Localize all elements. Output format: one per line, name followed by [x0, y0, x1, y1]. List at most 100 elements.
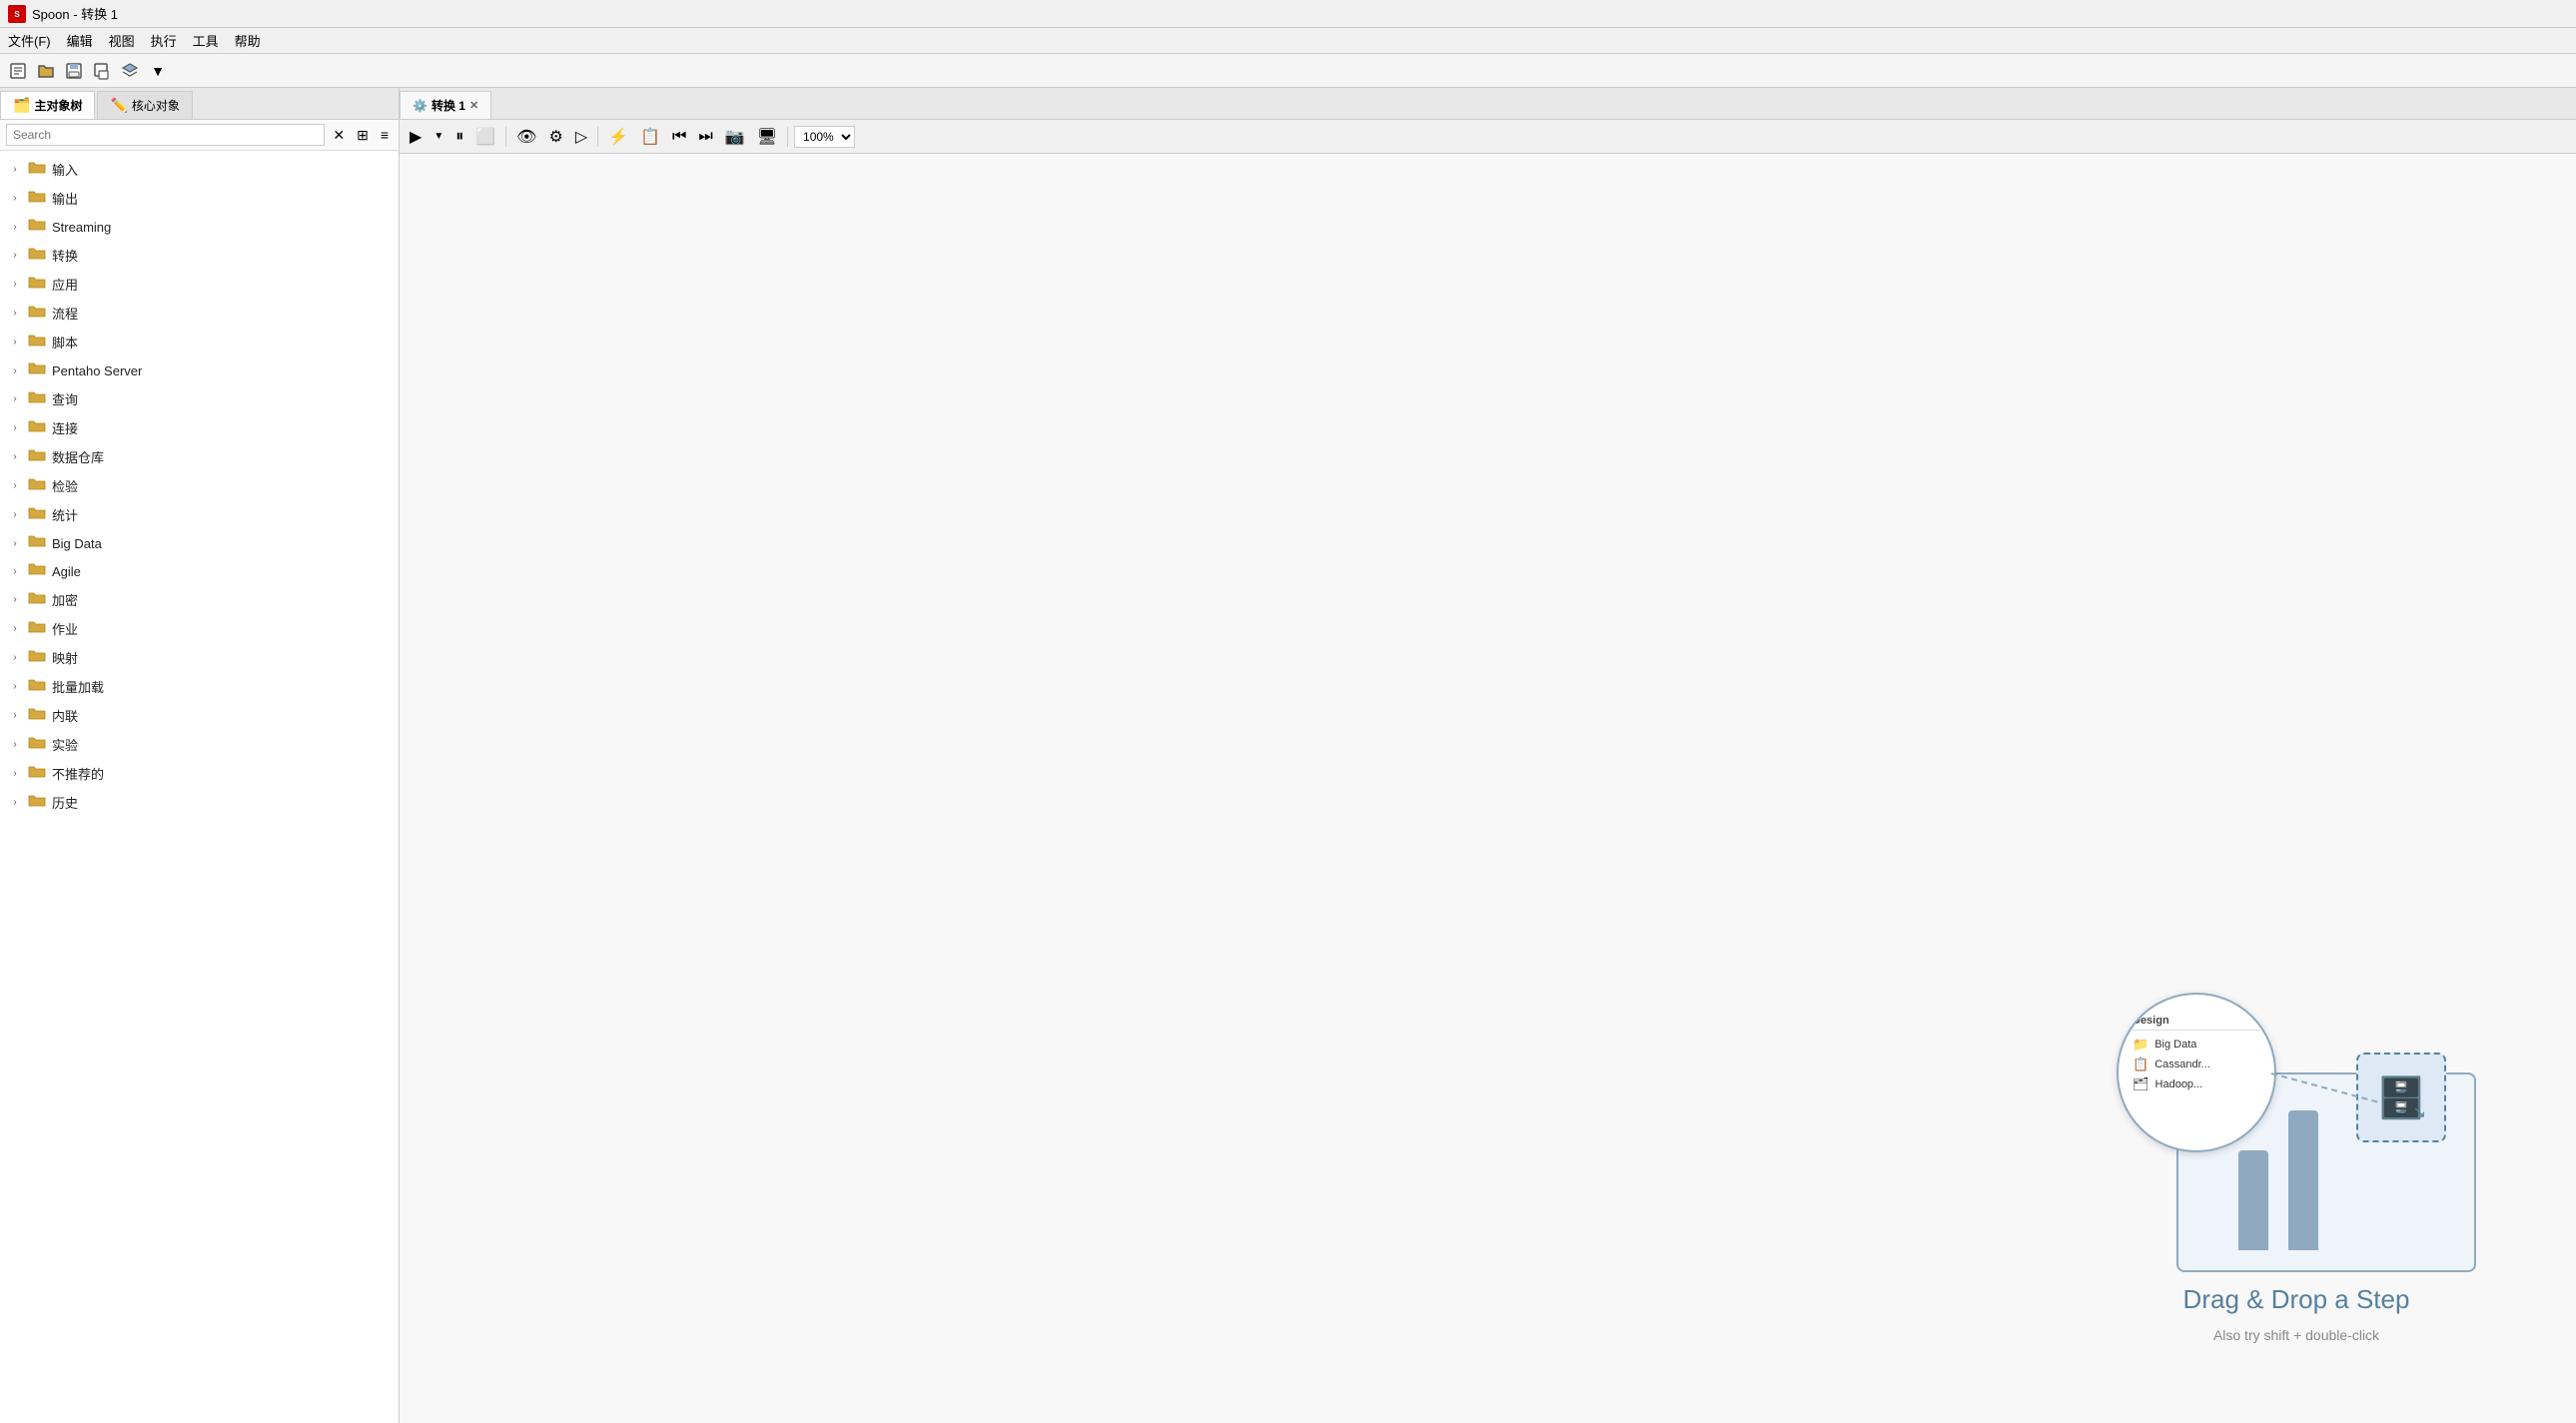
transformation-tab-close[interactable]: ✕ — [469, 99, 478, 112]
run-dropdown-btn[interactable]: ▼ — [429, 129, 447, 144]
tree-item[interactable]: › 作业 — [0, 614, 399, 643]
tree-item[interactable]: › 应用 — [0, 270, 399, 299]
save-as-btn[interactable] — [90, 59, 114, 83]
tree-arrow-icon: › — [8, 222, 22, 233]
tree-item[interactable]: › 不推荐的 — [0, 759, 399, 788]
tree-item[interactable]: › Big Data — [0, 529, 399, 557]
tree-item[interactable]: › 输出 — [0, 184, 399, 213]
tab-main-object-tree[interactable]: 🗂️ 主对象树 — [0, 91, 95, 119]
tree-item[interactable]: › 实验 — [0, 730, 399, 759]
tree-item-label: 应用 — [52, 275, 78, 294]
fullscreen-btn[interactable]: 🖥 — [753, 125, 781, 149]
tree-item-label: 输出 — [52, 189, 78, 208]
folder-icon — [28, 707, 46, 725]
tab-core-objects[interactable]: ✏️ 核心对象 — [97, 91, 192, 119]
search-input[interactable] — [6, 124, 325, 146]
menu-item-[interactable]: 执行 — [151, 31, 177, 50]
canvas-area[interactable]: 🗄️ ↘ Design 📁 Big Data 📋 Cassandr... — [400, 154, 2576, 1423]
stop-btn[interactable]: ⬜ — [471, 125, 499, 149]
layers-btn[interactable] — [118, 59, 142, 83]
folder-icon — [28, 562, 46, 580]
folder-icon — [28, 247, 46, 265]
folder-icon-bigdata: 📁 — [2133, 1037, 2148, 1053]
tree-item[interactable]: › 连接 — [0, 413, 399, 442]
tree-item-label: Streaming — [52, 220, 111, 235]
tree-item[interactable]: › 统计 — [0, 500, 399, 529]
forward-btn[interactable]: ⏭ — [694, 126, 716, 148]
tab-transformation[interactable]: ⚙️ 转换 1 ✕ — [400, 91, 491, 119]
open-btn[interactable] — [34, 59, 58, 83]
tree-arrow-icon: › — [8, 710, 22, 721]
app-title: Spoon - 转换 1 — [32, 4, 118, 23]
folder-icon — [28, 765, 46, 783]
app-icon: S — [8, 5, 26, 23]
tree-item[interactable]: › 转换 — [0, 241, 399, 270]
preview-btn[interactable]: 👁 — [512, 125, 540, 149]
dnd-illustration: 🗄️ ↘ Design 📁 Big Data 📋 Cassandr... — [2117, 993, 2476, 1343]
tree-item[interactable]: › 输入 — [0, 155, 399, 184]
transformation-tab-label: 转换 1 — [431, 97, 465, 114]
step2-btn[interactable]: 📋 — [636, 125, 664, 149]
magnifier-item-hadoop: 🗂 Hadoop... — [2133, 1076, 2260, 1092]
magnifier-circle: Design 📁 Big Data 📋 Cassandr... 🗂 Hadoop… — [2117, 993, 2276, 1152]
back-btn[interactable]: ⏮ — [668, 126, 690, 148]
tree-item[interactable]: › Pentaho Server — [0, 356, 399, 384]
menu-item-f[interactable]: 文件(F) — [8, 31, 51, 50]
tree-item-label: Pentaho Server — [52, 363, 142, 378]
tree-item-label: 数据仓库 — [52, 447, 104, 466]
menu-item-[interactable]: 视图 — [109, 31, 135, 50]
search-bar: ✕ ⊞ ≡ — [0, 120, 399, 151]
folder-icon — [28, 190, 46, 208]
tree-item[interactable]: › Streaming — [0, 213, 399, 241]
magnifier-label-bigdata: Big Data — [2154, 1039, 2196, 1051]
play2-btn[interactable]: ▷ — [571, 125, 591, 149]
tree-item-label: 不推荐的 — [52, 764, 104, 783]
tree-item-label: 查询 — [52, 389, 78, 408]
tree-item[interactable]: › Agile — [0, 557, 399, 585]
tree-arrow-icon: › — [8, 623, 22, 634]
dropdown-btn[interactable]: ▼ — [146, 59, 170, 83]
run-btn[interactable]: ▶ — [406, 125, 426, 149]
tree-item[interactable]: › 批量加载 — [0, 672, 399, 701]
search-grid-btn[interactable]: ⊞ — [353, 125, 373, 146]
step1-btn[interactable]: ⚡ — [604, 125, 632, 149]
tree-item-label: 检验 — [52, 476, 78, 495]
pause-btn[interactable]: ⏸ — [451, 126, 467, 148]
folder-icon — [28, 794, 46, 812]
snapshot-btn[interactable]: 📷 — [721, 125, 749, 149]
tree-item[interactable]: › 脚本 — [0, 328, 399, 356]
tree-arrow-icon: › — [8, 422, 22, 433]
tree-item-label: 批量加载 — [52, 677, 104, 696]
save-btn[interactable] — [62, 59, 86, 83]
tree-item[interactable]: › 历史 — [0, 788, 399, 817]
dnd-drag-subtext: Also try shift + double-click — [2213, 1327, 2379, 1343]
magnifier-item-cassandra: 📋 Cassandr... — [2133, 1057, 2260, 1072]
new-btn[interactable] — [6, 59, 30, 83]
tree-item[interactable]: › 数据仓库 — [0, 442, 399, 471]
right-tabs: ⚙️ 转换 1 ✕ — [400, 88, 2576, 120]
menu-item-[interactable]: 工具 — [193, 31, 219, 50]
tree-item-label: 作业 — [52, 619, 78, 638]
search-list-btn[interactable]: ≡ — [377, 125, 393, 145]
transformation-tab-icon: ⚙️ — [413, 99, 428, 113]
zoom-select[interactable]: 100% 75% 50% 150% 200% — [794, 126, 855, 148]
search-clear-btn[interactable]: ✕ — [329, 125, 349, 146]
tree-item[interactable]: › 加密 — [0, 585, 399, 614]
tree-item[interactable]: › 流程 — [0, 299, 399, 328]
tree-arrow-icon: › — [8, 739, 22, 750]
tree-item-label: 流程 — [52, 304, 78, 323]
folder-icon — [28, 305, 46, 323]
menu-item-[interactable]: 帮助 — [235, 31, 261, 50]
menu-bar: 文件(F) 编辑视图执行工具帮助 — [0, 28, 2576, 54]
cassandra-icon: 📋 — [2133, 1057, 2148, 1072]
tree-item[interactable]: › 检验 — [0, 471, 399, 500]
tab-main-tree-label: 主对象树 — [34, 97, 82, 114]
tree-item[interactable]: › 内联 — [0, 701, 399, 730]
tree-item[interactable]: › 查询 — [0, 384, 399, 413]
settings-btn[interactable]: ⚙ — [544, 125, 566, 149]
sep2 — [597, 127, 598, 147]
menu-item-[interactable]: 编辑 — [67, 31, 93, 50]
tree-arrow-icon: › — [8, 250, 22, 261]
tree-arrow-icon: › — [8, 337, 22, 348]
tree-item[interactable]: › 映射 — [0, 643, 399, 672]
